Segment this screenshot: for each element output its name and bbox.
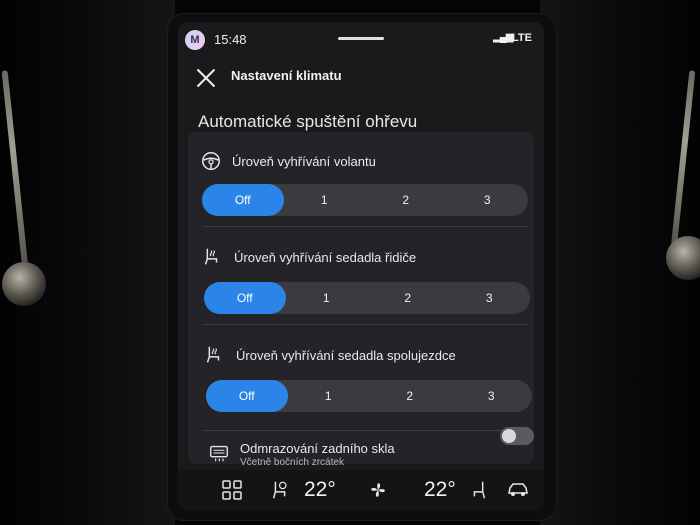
seat-heat-driver-icon[interactable] (269, 478, 291, 502)
toggle-knob (502, 429, 516, 443)
setting-label-passenger-seat: Úroveň vyhřívání sedadla spolujezdce (236, 348, 456, 363)
left-vent-knob[interactable] (2, 262, 46, 306)
section-title: Automatické spuštění ohřevu (198, 112, 418, 131)
heated-seat-icon (204, 248, 218, 265)
heating-settings-card: Úroveň vyhřívání volantu Off 1 2 3 Úrove… (188, 132, 534, 468)
network-type: LTE (512, 32, 532, 44)
divider (202, 324, 528, 325)
setting-label-rear-defrost: Odmrazování zadního skla (240, 441, 395, 456)
divider (202, 226, 528, 227)
signal-strength-icon: ▂▄▆ (493, 32, 513, 43)
pull-down-handle[interactable] (338, 37, 384, 40)
close-button[interactable] (194, 66, 218, 90)
level-option-1[interactable]: 1 (284, 184, 366, 216)
level-option-2[interactable]: 2 (367, 282, 449, 314)
divider (202, 430, 528, 431)
car-icon[interactable] (506, 478, 530, 502)
climate-dock: 22° 22° (178, 470, 544, 510)
level-selector-steering: Off 1 2 3 (202, 184, 528, 216)
rear-defrost-toggle[interactable] (500, 427, 534, 445)
heated-seat-icon (206, 346, 220, 363)
page-title: Nastavení klimatu (231, 68, 342, 83)
rear-defrost-icon (210, 445, 228, 462)
level-option-2[interactable]: 2 (369, 380, 451, 412)
level-option-1[interactable]: 1 (288, 380, 370, 412)
setting-label-steering: Úroveň vyhřívání volantu (232, 154, 376, 169)
level-option-2[interactable]: 2 (365, 184, 447, 216)
steering-wheel-icon (202, 152, 220, 170)
status-bar: M 15:48 ▂▄▆ LTE (178, 22, 544, 56)
level-selector-passenger-seat: Off 1 2 3 (206, 380, 532, 412)
level-option-off[interactable]: Off (204, 282, 286, 314)
level-option-off[interactable]: Off (206, 380, 288, 412)
level-option-1[interactable]: 1 (286, 282, 368, 314)
level-option-3[interactable]: 3 (447, 184, 529, 216)
level-option-3[interactable]: 3 (449, 282, 531, 314)
infotainment-screen: M 15:48 ▂▄▆ LTE Nastavení klimatu Automa… (178, 22, 544, 510)
level-selector-driver-seat: Off 1 2 3 (204, 282, 530, 314)
profile-avatar[interactable]: M (185, 30, 205, 50)
driver-temperature[interactable]: 22° (304, 478, 336, 502)
setting-sublabel-rear-defrost: Včetně bočních zrcátek (240, 457, 344, 468)
level-option-off[interactable]: Off (202, 184, 284, 216)
clock: 15:48 (214, 32, 247, 47)
level-option-3[interactable]: 3 (451, 380, 533, 412)
apps-grid-icon[interactable] (222, 480, 242, 500)
setting-label-driver-seat: Úroveň vyhřívání sedadla řidiče (234, 250, 417, 265)
passenger-temperature[interactable]: 22° (424, 478, 456, 502)
fan-icon[interactable] (366, 478, 390, 502)
seat-heat-passenger-icon[interactable] (468, 478, 490, 502)
